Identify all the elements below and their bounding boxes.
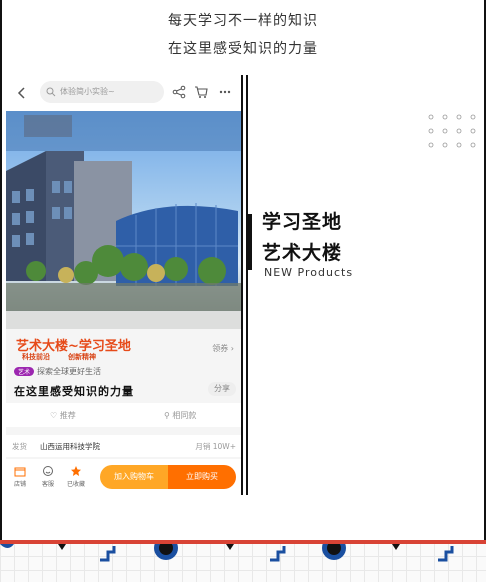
shipping-row: 发货 山西运用科技学院 月销 10W+ xyxy=(6,435,242,457)
coupon-link[interactable]: 领券 › xyxy=(212,343,234,354)
similar-label: 相同款 xyxy=(172,411,197,420)
feature-subtitle: NEW Products xyxy=(264,266,354,279)
shipping-address: 山西运用科技学院 xyxy=(40,442,100,451)
service-label: 客服 xyxy=(41,481,54,488)
share-label: 分享 xyxy=(214,384,230,393)
spirit-pill: 艺术 xyxy=(14,367,35,376)
search-bar: 体验简小实验~ xyxy=(6,75,242,111)
search-icon xyxy=(46,87,56,97)
cart-icon[interactable] xyxy=(194,85,208,99)
search-input[interactable]: 体验简小实验~ xyxy=(40,81,164,103)
service-icon xyxy=(43,466,53,476)
feature-title-line1: 学习圣地 xyxy=(262,211,343,233)
decorative-dots xyxy=(428,114,476,148)
share-button[interactable]: 分享 xyxy=(208,382,236,396)
tagline-bottom: 在这里感受知识的力量 xyxy=(168,41,318,57)
divider-accent xyxy=(247,214,252,270)
tagline-top: 每天学习不一样的知识 xyxy=(168,13,318,29)
decorative-shapes xyxy=(0,536,454,562)
badge-right: 创新精神 xyxy=(68,353,96,361)
shipping-label: 发货 xyxy=(12,442,27,451)
shop-icon xyxy=(14,467,26,477)
divider-line xyxy=(246,75,248,495)
buy-now-button[interactable]: 立即购买 xyxy=(168,465,236,489)
spirit-text: 探索全球更好生活 xyxy=(37,367,102,376)
search-placeholder: 体验简小实验~ xyxy=(60,87,115,96)
share-icon[interactable] xyxy=(172,85,186,99)
product-image xyxy=(6,111,242,329)
action-row: ♡ 推荐 ⚲ 相同款 xyxy=(6,403,242,427)
more-icon[interactable] xyxy=(218,85,232,99)
star-icon xyxy=(71,466,81,476)
product-slogan: 在这里感受知识的力量 xyxy=(14,385,134,398)
service-tab[interactable]: 客服 xyxy=(36,465,60,488)
back-arrow-icon[interactable] xyxy=(16,87,28,99)
recommend-button[interactable]: ♡ 推荐 xyxy=(50,410,76,421)
similar-button[interactable]: ⚲ 相同款 xyxy=(164,410,196,421)
favorite-tab[interactable]: 已收藏 xyxy=(64,465,88,488)
decorative-grid-strip xyxy=(0,536,486,582)
monthly-sales: 月销 10W+ xyxy=(195,442,236,451)
spirit-row: 艺术 探索全球更好生活 xyxy=(14,366,101,377)
accent-stripe xyxy=(0,540,486,544)
divider-line xyxy=(241,75,243,495)
shop-label: 店铺 xyxy=(13,481,26,488)
add-to-cart-button[interactable]: 加入购物车 xyxy=(100,465,168,489)
badge-left: 科技前沿 xyxy=(22,353,50,361)
phone-screenshot: 体验简小实验~ 艺术大楼~学习圣地 科技前沿 创新精神 领券 › 艺术 探索全球… xyxy=(6,75,242,495)
building-photo xyxy=(6,111,242,329)
favorite-label: 已收藏 xyxy=(66,481,85,488)
recommend-label: 推荐 xyxy=(59,411,76,420)
feature-title-line2: 艺术大楼 xyxy=(262,242,343,264)
shop-tab[interactable]: 店铺 xyxy=(8,465,32,488)
bottom-tabbar: 店铺 客服 已收藏 加入购物车 立即购买 xyxy=(6,459,242,495)
